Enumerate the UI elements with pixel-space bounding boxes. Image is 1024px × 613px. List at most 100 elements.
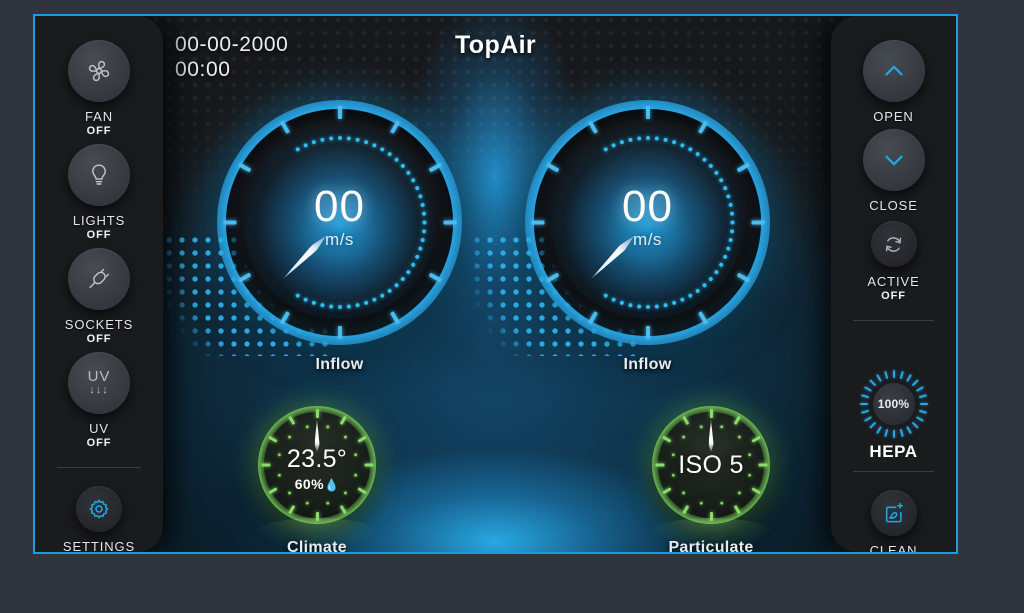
gauge-particulate-caption: Particulate Matter xyxy=(668,539,754,554)
gauge-dot-tick xyxy=(304,501,309,505)
sidebar-item-fan[interactable]: FAN OFF xyxy=(35,40,163,137)
sidebar-right: OPEN CLOSE ACTIVE OFF 100% HEPA CLEAN xyxy=(831,16,956,552)
settings-knob[interactable] xyxy=(76,486,122,532)
close-knob[interactable] xyxy=(862,129,925,191)
gauge-major-tick xyxy=(315,409,319,418)
gauge-dot-tick xyxy=(662,137,668,143)
gauge-inflow-left[interactable]: 00 m/s Inflow xyxy=(165,100,462,373)
gauge-major-tick xyxy=(645,106,650,119)
sidebar-item-lights[interactable]: LIGHTS OFF xyxy=(35,144,163,241)
gauge-climate-caption: Climate xyxy=(287,539,347,554)
gauge-inflow-right-unit: m/s xyxy=(633,230,662,249)
hepa-tick xyxy=(899,370,904,380)
gauge-inflow-right-readout: 00 m/s xyxy=(525,185,770,250)
sidebar-item-active-label: ACTIVE xyxy=(867,274,920,289)
uv-icon-text: UV xyxy=(87,368,111,385)
gauge-dot-tick xyxy=(325,501,330,505)
sidebar-left-divider xyxy=(57,467,141,468)
gauge-dot-tick xyxy=(636,136,641,141)
hepa-indicator[interactable]: 100% HEPA xyxy=(831,370,956,462)
gauge-major-tick xyxy=(279,311,290,325)
hepa-tick xyxy=(863,386,872,392)
sidebar-item-settings-label: SETTINGS xyxy=(62,539,136,554)
sidebar-item-close[interactable]: CLOSE xyxy=(831,129,956,213)
gauge-dot-tick xyxy=(627,302,633,308)
hepa-tick xyxy=(918,394,927,399)
clean-button[interactable]: CLEAN xyxy=(831,490,956,554)
gauge-major-tick xyxy=(428,272,442,283)
hepa-tick xyxy=(918,409,927,414)
hepa-tick xyxy=(905,426,912,434)
gauge-major-tick xyxy=(337,326,342,339)
water-drop-icon: 💧 xyxy=(323,478,340,492)
gauge-dot-tick xyxy=(645,305,650,309)
main-stage xyxy=(35,16,956,552)
gauge-dot-tick xyxy=(698,425,703,429)
open-knob[interactable] xyxy=(862,40,925,102)
chevron-down-icon xyxy=(884,155,903,166)
gauge-dot-tick xyxy=(337,136,342,140)
time-text: 00:00 xyxy=(175,58,231,81)
gauge-dot-tick xyxy=(636,304,641,309)
active-knob[interactable] xyxy=(870,221,917,267)
gauge-particulate[interactable]: ISO 5 Particulate Matter xyxy=(649,406,773,552)
sidebar-item-open-label: OPEN xyxy=(873,109,914,124)
hepa-tick xyxy=(883,428,888,438)
sidebar-item-sockets[interactable]: SOCKETS OFF xyxy=(35,248,163,345)
hepa-tick xyxy=(860,409,869,414)
hepa-tick xyxy=(911,421,919,429)
sidebar-item-open[interactable]: OPEN xyxy=(831,40,956,124)
sidebar-item-sockets-label: SOCKETS xyxy=(64,317,134,332)
hepa-tick xyxy=(868,379,876,387)
hepa-tick xyxy=(919,403,928,405)
hepa-value: 100% xyxy=(872,383,915,425)
sidebar-right-divider-top xyxy=(853,320,934,321)
clean-label: CLEAN xyxy=(869,543,918,554)
refresh-icon xyxy=(885,236,902,252)
gauge-major-tick xyxy=(389,120,400,134)
gauge-dot-tick xyxy=(319,137,325,143)
sidebar-item-settings[interactable]: SETTINGS xyxy=(35,486,163,554)
gauge-major-tick xyxy=(587,120,598,134)
gauge-inflow-left-readout: 00 m/s xyxy=(217,182,462,250)
gauge-dot-tick xyxy=(698,501,703,505)
hepa-ring-icon: 100% xyxy=(859,370,928,438)
uv-icon: UV ↓↓↓ xyxy=(87,368,111,396)
gauge-climate-ring[interactable]: 23.5° 60%💧 xyxy=(258,406,376,524)
sidebar-item-active[interactable]: ACTIVE OFF xyxy=(831,221,956,302)
uv-icon-arrows: ↓↓↓ xyxy=(89,384,109,396)
gauge-inflow-left-value: 00 xyxy=(314,182,365,231)
fan-knob[interactable] xyxy=(68,40,130,102)
gauge-inflow-left-unit: m/s xyxy=(325,230,354,249)
gauge-inflow-right[interactable]: 00 m/s Inflow xyxy=(473,100,770,373)
gauge-major-tick xyxy=(709,512,713,521)
gauge-dot-tick xyxy=(719,425,724,429)
gear-icon xyxy=(89,499,109,519)
hepa-tick xyxy=(883,370,888,380)
gauge-inflow-right-bezel[interactable]: 00 m/s xyxy=(525,100,770,345)
gauge-major-tick xyxy=(545,272,559,283)
sockets-knob[interactable] xyxy=(68,248,130,310)
gauge-climate[interactable]: 23.5° 60%💧 Climate xyxy=(255,406,379,552)
sidebar-item-sockets-state: OFF xyxy=(86,333,112,345)
gauge-dot-tick xyxy=(319,302,325,308)
hepa-tick xyxy=(875,374,882,382)
gauge-inflow-left-bezel[interactable]: 00 m/s xyxy=(217,100,462,345)
gauge-dot-tick xyxy=(325,425,330,429)
sidebar-item-close-label: CLOSE xyxy=(869,198,918,213)
gauge-major-tick xyxy=(337,106,342,119)
gauge-dot-tick xyxy=(328,304,333,309)
hepa-tick xyxy=(875,426,882,434)
clean-knob[interactable] xyxy=(870,490,917,536)
uv-knob[interactable]: UV ↓↓↓ xyxy=(68,352,130,414)
sidebar-item-lights-state: OFF xyxy=(86,229,112,241)
lights-knob[interactable] xyxy=(68,144,130,206)
hepa-tick xyxy=(899,428,904,438)
sidebar-item-uv[interactable]: UV ↓↓↓ UV OFF xyxy=(35,352,163,449)
hepa-tick xyxy=(915,416,924,422)
gauge-particulate-ring[interactable]: ISO 5 xyxy=(652,406,770,524)
gauge-climate-readout: 23.5° 60%💧 xyxy=(258,446,376,492)
sidebar-item-uv-state: OFF xyxy=(86,437,112,449)
gauge-climate-value: 23.5° xyxy=(286,445,348,473)
hepa-tick xyxy=(892,430,895,438)
